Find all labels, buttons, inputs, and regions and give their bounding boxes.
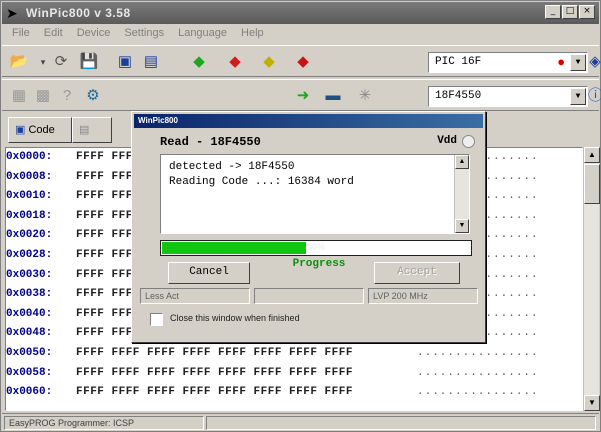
- info-icon[interactable]: ⓘ: [588, 86, 601, 106]
- log-scrollbar[interactable]: ▲ ▼: [454, 155, 469, 233]
- log-line: Reading Code ...: 16384 word: [169, 176, 354, 188]
- reload-icon[interactable]: ⟳: [50, 52, 72, 72]
- log-line: detected -> 18F4550: [169, 161, 295, 173]
- info-middle: [254, 288, 364, 304]
- scroll-thumb[interactable]: [584, 164, 600, 204]
- hex-data: FFFF FFFF FFFF FFFF FFFF FFFF FFFF FFFF: [76, 386, 353, 399]
- hex-ascii: ................: [417, 366, 539, 379]
- verify-chip-icon[interactable]: ◆: [258, 52, 280, 72]
- status-empty: [206, 416, 596, 430]
- vdd-indicator-icon: [462, 135, 475, 148]
- vdd-label: Vdd: [437, 135, 457, 147]
- menu-device[interactable]: Device: [71, 25, 117, 43]
- window-controls: _ □ ×: [545, 5, 595, 19]
- scroll-up-icon[interactable]: ▲: [584, 147, 600, 163]
- hex-address: 0x0010:: [6, 190, 53, 203]
- chevron-down-icon[interactable]: ▼: [570, 54, 586, 71]
- menu-language[interactable]: Language: [172, 25, 233, 43]
- erase-chip-icon[interactable]: ◆: [292, 52, 314, 72]
- read-progress-dialog: WinPic800 Read - 18F4550 Vdd detected ->…: [131, 111, 486, 343]
- scroll-down-icon[interactable]: ▼: [455, 219, 469, 233]
- close-when-finished-label: Close this window when finished: [170, 313, 300, 323]
- accept-button[interactable]: Accept: [374, 262, 460, 284]
- stop-icon[interactable]: ⚙: [82, 86, 104, 106]
- hex-address: 0x0000:: [6, 151, 53, 163]
- hex-row: 0x0060: FFFF FFFF FFFF FFFF FFFF FFFF FFF…: [6, 386, 582, 403]
- family-select[interactable]: PIC 16F ● ▼: [428, 52, 588, 73]
- hex-address: 0x0060:: [6, 386, 53, 399]
- scroll-down-icon[interactable]: ▼: [584, 395, 600, 411]
- menu-settings[interactable]: Settings: [118, 25, 170, 43]
- main-window: ➤ WinPic800 v 3.58 _ □ × File Edit Devic…: [0, 0, 601, 432]
- hex-address: 0x0040:: [6, 307, 53, 320]
- tab-data[interactable]: ▤: [72, 117, 112, 143]
- hex-address: 0x0058:: [6, 366, 53, 379]
- hex-data: FFFF FFFF FFFF FFFF FFFF FFFF FFFF FFFF: [76, 347, 353, 359]
- lightning-icon[interactable]: ▬: [322, 86, 344, 106]
- open-folder-icon[interactable]: 📂: [8, 52, 30, 72]
- title-bar: ➤ WinPic800 v 3.58 _ □ ×: [2, 2, 599, 24]
- detect-icon[interactable]: ?: [56, 86, 78, 106]
- save-icon[interactable]: 💾: [78, 52, 100, 72]
- hex-address: 0x0048:: [6, 327, 53, 340]
- maximize-button[interactable]: □: [562, 5, 578, 19]
- hex-address: 0x0050:: [6, 347, 53, 359]
- data-tab-icon: ▤: [79, 124, 90, 136]
- status-programmer: EasyPROG Programmer: ICSP: [4, 416, 204, 430]
- dialog-device: Read - 18F4550: [160, 135, 261, 149]
- config-icon[interactable]: ▤: [140, 52, 162, 72]
- hex-data: FFFF FFFF FFFF FFFF FFFF FFFF FFFF FFFF: [76, 366, 353, 379]
- microchip-logo-icon: ●: [557, 55, 565, 70]
- progress-percent: 50%: [306, 242, 325, 252]
- dialog-log[interactable]: detected -> 18F4550 Reading Code ...: 16…: [160, 154, 470, 234]
- progress-label: Progress: [292, 258, 346, 270]
- clock-icon[interactable]: ➜: [292, 86, 314, 106]
- window-title: WinPic800 v 3.58: [26, 6, 131, 20]
- cancel-button[interactable]: Cancel: [168, 262, 250, 284]
- hex-row: 0x0058: FFFF FFFF FFFF FFFF FFFF FFFF FFF…: [6, 366, 582, 384]
- menu-bar: File Edit Device Settings Language Help: [2, 25, 599, 43]
- app-icon: ➤: [6, 5, 18, 21]
- hex-address: 0x0038:: [6, 288, 53, 301]
- progress-bar: 50%: [160, 240, 472, 256]
- close-when-finished-checkbox[interactable]: [150, 313, 163, 326]
- status-bar: EasyPROG Programmer: ICSP: [2, 413, 599, 431]
- info-left: Less Act: [140, 288, 250, 304]
- main-toolbar: 📂 ▾ ⟳ 💾 ▣ ▤ ◆ ◆ ◆ ◆ PIC 16F ● ▼ ◈: [2, 45, 601, 77]
- menu-edit[interactable]: Edit: [38, 25, 69, 43]
- hex-address: 0x0028:: [6, 249, 53, 261]
- minimize-button[interactable]: _: [545, 5, 561, 19]
- chevron-down-icon[interactable]: ▼: [570, 88, 586, 105]
- scroll-up-icon[interactable]: ▲: [455, 155, 469, 169]
- menu-help[interactable]: Help: [235, 25, 270, 43]
- hex-scrollbar[interactable]: ▲ ▼: [583, 147, 600, 411]
- dialog-title: WinPic800: [134, 114, 483, 128]
- code-tab-icon: ▣: [15, 124, 26, 136]
- chip-icon[interactable]: ▦: [8, 86, 30, 106]
- device-select[interactable]: 18F4550 ▼: [428, 86, 588, 107]
- chip-info-icon[interactable]: ◈: [588, 52, 601, 72]
- secondary-toolbar: ▦ ▩ ? ⚙ ➜ ▬ ✳ 18F4550 ▼ ⓘ: [2, 79, 601, 111]
- hex-row: 0x0050: FFFF FFFF FFFF FFFF FFFF FFFF FFF…: [6, 347, 582, 364]
- write-chip-icon[interactable]: ◆: [224, 52, 246, 72]
- read-chip-icon[interactable]: ◆: [188, 52, 210, 72]
- device-view-icon[interactable]: ▣: [114, 52, 136, 72]
- hardware-icon[interactable]: ▩: [32, 86, 54, 106]
- help-icon[interactable]: ✳: [354, 86, 376, 106]
- hex-ascii: ................: [417, 347, 539, 359]
- info-right: LVP 200 MHz: [368, 288, 478, 304]
- hex-address: 0x0030:: [6, 268, 53, 281]
- hex-ascii: ................: [417, 386, 539, 399]
- family-select-value: PIC 16F: [435, 56, 482, 68]
- tab-code[interactable]: ▣ Code: [8, 117, 72, 143]
- dialog-header: Read - 18F4550 Vdd: [134, 130, 483, 154]
- hex-address: 0x0008:: [6, 170, 53, 183]
- close-button[interactable]: ×: [579, 5, 595, 19]
- tab-code-label: Code: [28, 124, 55, 136]
- hex-address: 0x0020:: [6, 229, 53, 242]
- hex-address: 0x0018:: [6, 209, 53, 222]
- device-select-value: 18F4550: [435, 90, 482, 102]
- menu-file[interactable]: File: [6, 25, 36, 43]
